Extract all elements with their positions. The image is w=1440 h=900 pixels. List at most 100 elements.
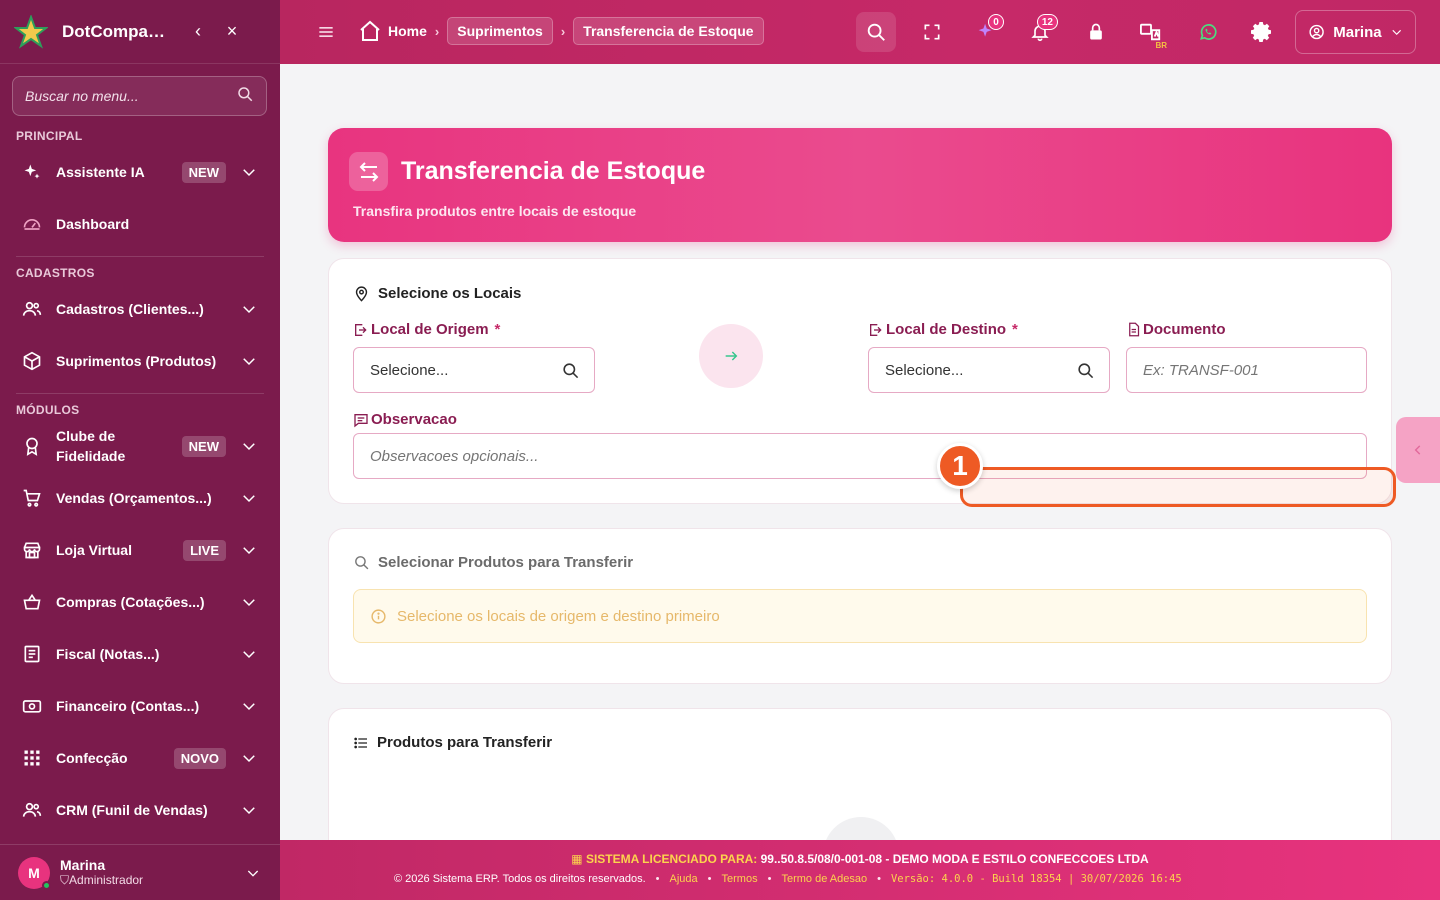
sidebar-item-label: Compras (Cotações...): [56, 594, 205, 610]
sidebar-item-label: Loja Virtual: [56, 542, 132, 558]
language-button[interactable]: BR: [1131, 12, 1171, 52]
side-panel-toggle[interactable]: [1396, 417, 1440, 483]
chevron-down-icon: [240, 541, 258, 559]
cart-icon: [22, 488, 42, 508]
map-pin-icon: [355, 286, 368, 302]
award-icon: [22, 436, 42, 456]
close-sidebar-button[interactable]: ×: [222, 21, 242, 42]
sidebar-item-clube-fidelidade[interactable]: Clube de Fidelidade NEW: [0, 422, 280, 470]
sidebar-item-cadastros[interactable]: Cadastros (Clientes...): [0, 285, 280, 333]
breadcrumb-suprimentos[interactable]: Suprimentos: [447, 17, 553, 45]
copyright: © 2026 Sistema ERP. Todos os direitos re…: [394, 873, 646, 885]
destination-label: Local de Destino *: [868, 321, 1018, 338]
section-principal: PRINCIPAL: [16, 129, 83, 143]
sidebar-item-label: Vendas (Orçamentos...): [56, 490, 212, 506]
message-icon: [354, 413, 368, 427]
sidebar-item-label: Suprimentos (Produtos): [56, 353, 217, 369]
global-search-button[interactable]: [856, 12, 896, 52]
transfer-direction-indicator: [699, 324, 763, 388]
topbar: Home › Suprimentos › Transferencia de Es…: [280, 0, 1440, 64]
origin-select[interactable]: Selecione...: [353, 347, 595, 393]
sidebar-header: DotCompanion ‹ ×: [0, 0, 280, 64]
user-menu-button[interactable]: Marina: [1295, 10, 1416, 54]
origin-label: Local de Origem *: [353, 321, 500, 338]
sparkles-count-badge: 0: [988, 14, 1004, 30]
transfer-list-title: Produtos para Transferir: [377, 734, 553, 751]
collapse-sidebar-button[interactable]: ‹: [188, 21, 208, 42]
new-badge: NEW: [181, 435, 226, 457]
menu-toggle-icon[interactable]: [316, 22, 336, 42]
sidebar-item-label: Dashboard: [56, 216, 130, 232]
sidebar-item-compras[interactable]: Compras (Cotações...): [0, 578, 280, 626]
chevron-down-icon: [1391, 29, 1401, 36]
section-modulos: MÓDULOS: [16, 403, 80, 417]
chevron-down-icon: [240, 801, 258, 819]
star-logo-icon: [14, 14, 48, 49]
menu-search: [12, 76, 267, 116]
sidebar-item-loja-virtual[interactable]: Loja Virtual LIVE: [0, 526, 280, 574]
sidebar-item-fiscal[interactable]: Fiscal (Notas...): [0, 630, 280, 678]
log-in-icon: [870, 323, 882, 336]
notification-count-badge: 12: [1036, 14, 1058, 30]
live-badge: LIVE: [183, 539, 226, 561]
page-title: Transferencia de Estoque: [401, 157, 706, 185]
chevron-left-icon: [1414, 445, 1421, 455]
sidebar-item-suprimentos[interactable]: Suprimentos (Produtos): [0, 337, 280, 385]
footer: ▦ SISTEMA LICENCIADO PARA: 99..50.8.5/08…: [280, 840, 1440, 900]
whatsapp-button[interactable]: [1188, 12, 1228, 52]
search-icon[interactable]: [236, 85, 254, 108]
document-input[interactable]: [1126, 347, 1367, 393]
breadcrumb-separator: ›: [434, 23, 440, 39]
user-circle-icon: [1309, 24, 1324, 40]
document-label: Documento: [1126, 321, 1226, 338]
settings-button[interactable]: [1242, 12, 1282, 52]
sidebar-item-label: Clube de Fidelidade: [56, 428, 126, 464]
sidebar-item-crm[interactable]: CRM (Funil de Vendas): [0, 786, 280, 834]
breadcrumb-home[interactable]: Home: [358, 19, 427, 43]
page-header: Transferencia de Estoque Transfira produ…: [328, 128, 1392, 242]
expand-icon: [924, 24, 940, 40]
sidebar-item-label: Confecção: [56, 750, 128, 766]
destination-select[interactable]: Selecione...: [868, 347, 1110, 393]
notifications-button[interactable]: 12: [1020, 12, 1060, 52]
chevron-down-icon: [240, 697, 258, 715]
gear-icon: [1251, 22, 1271, 42]
version-info: Versão: 4.0.0 - Build 18354 | 30/07/2026…: [890, 873, 1182, 885]
sidebar-item-vendas[interactable]: Vendas (Orçamentos...): [0, 474, 280, 522]
terms-link[interactable]: Termos: [722, 873, 758, 885]
alert-text: Selecione os locais de origem e destino …: [397, 607, 720, 625]
sidebar-item-label: Assistente IA: [56, 164, 145, 180]
chevron-down-icon: [240, 489, 258, 507]
ai-sparkles-button[interactable]: 0: [966, 12, 1006, 52]
notes-label: Observacao: [353, 411, 457, 428]
select-products-title: Selecionar Produtos para Transferir: [378, 554, 634, 571]
fullscreen-button[interactable]: [912, 12, 952, 52]
sidebar-item-assistente-ia[interactable]: Assistente IA NEW: [0, 148, 280, 196]
select-locations-alert: Selecione os locais de origem e destino …: [353, 589, 1367, 643]
sidebar-item-label: Cadastros (Clientes...): [56, 301, 204, 317]
sidebar-item-dashboard[interactable]: Dashboard: [0, 200, 280, 248]
help-link[interactable]: Ajuda: [670, 873, 698, 885]
sparkles-icon: [22, 162, 42, 182]
sidebar-item-confeccao[interactable]: Confecção NOVO: [0, 734, 280, 782]
transfer-arrows-icon: [349, 152, 388, 191]
breadcrumb-separator: ›: [560, 23, 566, 39]
adhesion-terms-link[interactable]: Termo de Adesao: [781, 873, 867, 885]
avatar: M: [18, 856, 51, 890]
sidebar-item-financeiro[interactable]: Financeiro (Contas...): [0, 682, 280, 730]
breadcrumb: Home › Suprimentos › Transferencia de Es…: [358, 17, 764, 45]
chevron-down-icon: [240, 352, 258, 370]
sidebar-user-menu[interactable]: M Marina ⛉Administrador: [0, 844, 280, 900]
online-status-dot: [42, 880, 51, 890]
license-line: ▦ SISTEMA LICENCIADO PARA: 99..50.8.5/08…: [571, 852, 1149, 866]
divider: [16, 256, 264, 257]
chevron-down-icon: [240, 163, 258, 181]
search-icon: [867, 23, 885, 41]
menu-search-input[interactable]: [25, 88, 236, 104]
chevron-down-icon: [240, 300, 258, 318]
locations-card-title: Selecione os Locais: [378, 285, 522, 302]
grid-icon: [22, 748, 42, 768]
whatsapp-icon: [1200, 24, 1217, 40]
lock-button[interactable]: [1076, 12, 1116, 52]
chevron-down-icon: [240, 645, 258, 663]
